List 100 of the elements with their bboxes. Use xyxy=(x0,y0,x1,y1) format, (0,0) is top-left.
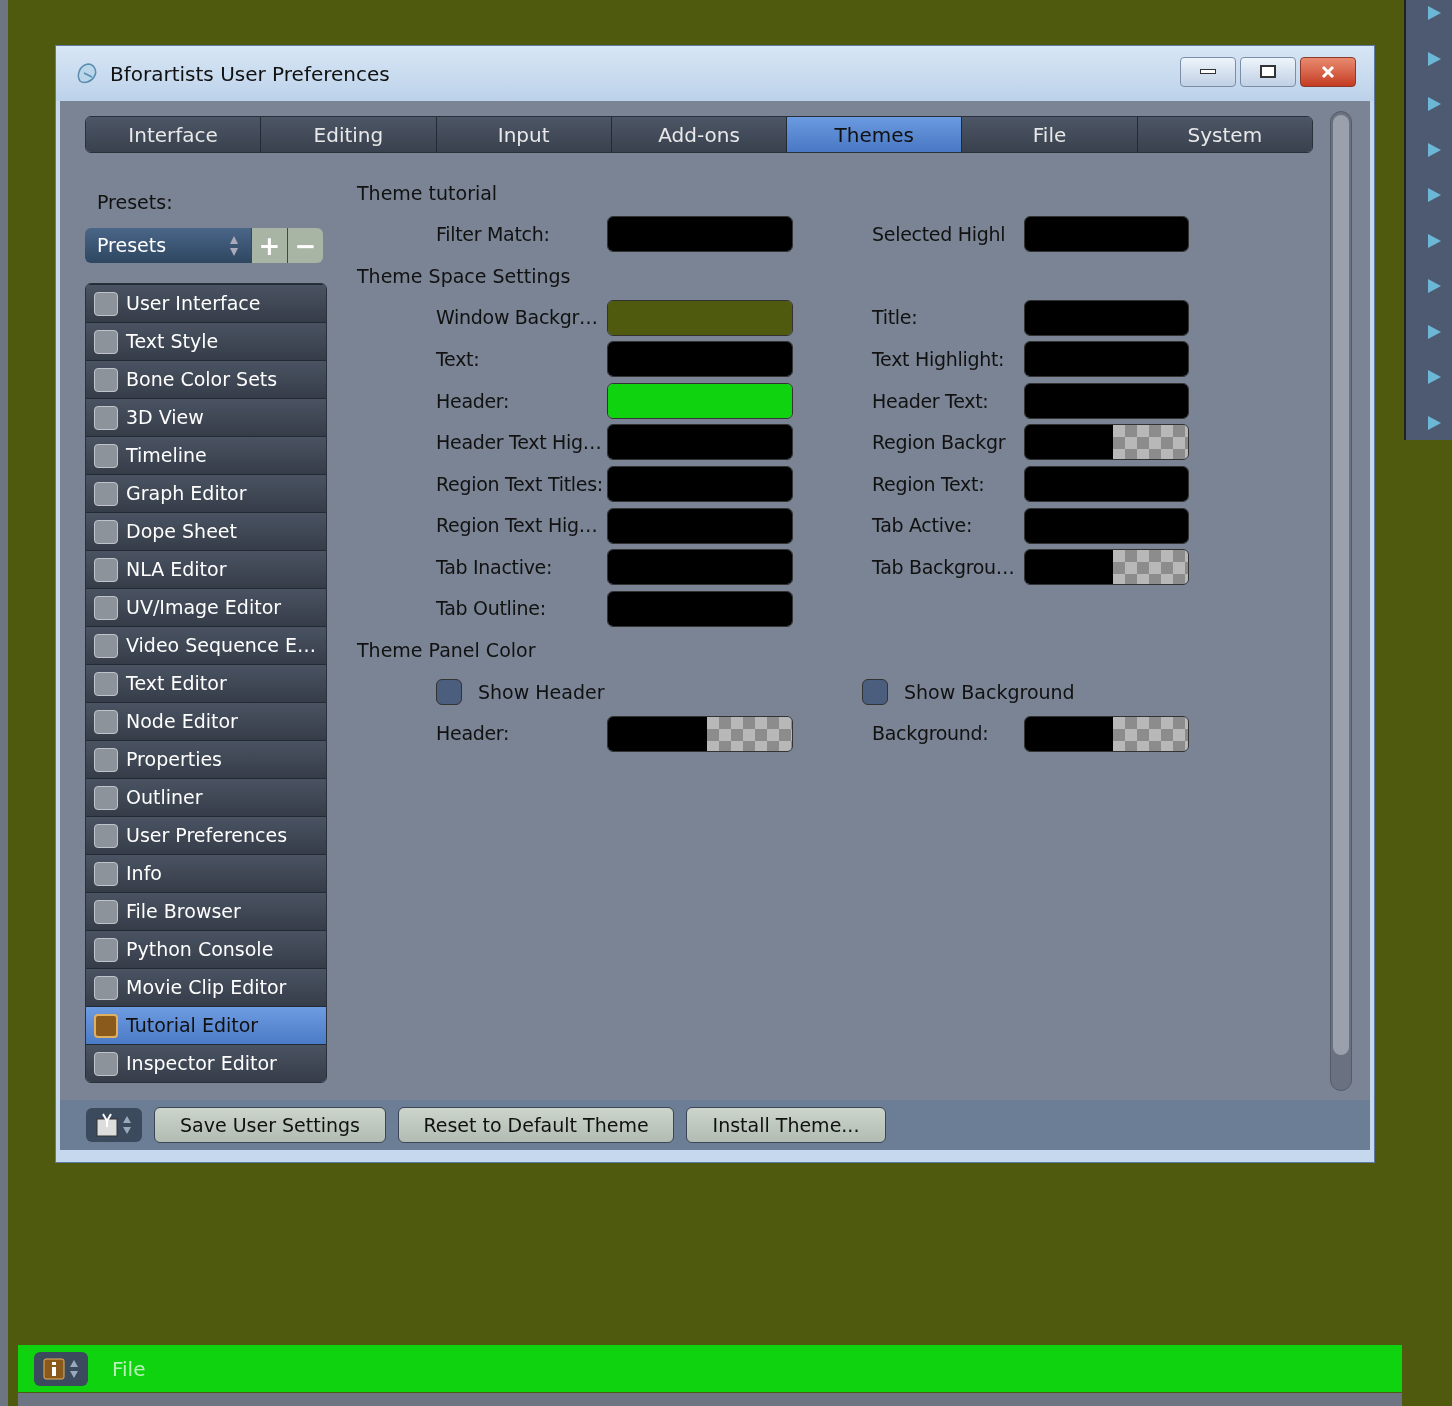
color-label: Text Highlight: xyxy=(872,346,1006,372)
editor-icon xyxy=(94,671,118,696)
maximize-button[interactable] xyxy=(1240,56,1296,87)
color-swatch[interactable] xyxy=(607,590,793,627)
tab[interactable]: Themes xyxy=(786,117,962,152)
scrollbar[interactable] xyxy=(1330,111,1352,1091)
color-label: Tab Active: xyxy=(872,513,974,539)
sidebar-item[interactable]: File Browser xyxy=(86,892,326,930)
color-swatch[interactable] xyxy=(1024,299,1189,336)
checkbox[interactable] xyxy=(862,678,888,705)
sidebar-item[interactable]: UV/Image Editor xyxy=(86,588,326,626)
editor-icon xyxy=(94,823,118,848)
triangle-icon[interactable] xyxy=(1426,278,1442,294)
sidebar-item[interactable]: Text Style xyxy=(86,322,326,360)
color-label: Region Text Hig… xyxy=(436,513,599,539)
close-button[interactable] xyxy=(1300,56,1356,87)
tab[interactable]: Input xyxy=(435,117,611,152)
tab[interactable]: Interface xyxy=(86,117,261,152)
editor-icon xyxy=(94,595,118,620)
editor-icon xyxy=(94,405,118,430)
triangle-icon[interactable] xyxy=(1426,96,1442,112)
triangle-icon[interactable] xyxy=(1426,369,1442,385)
sidebar-item[interactable]: Bone Color Sets xyxy=(86,360,326,398)
sidebar-item[interactable]: Timeline xyxy=(86,436,326,474)
color-label: Region Text Titles: xyxy=(436,471,604,497)
tab[interactable]: Add-ons xyxy=(610,117,787,152)
editor-icon xyxy=(94,557,118,582)
triangle-icon[interactable] xyxy=(1426,141,1442,158)
triangle-icon[interactable] xyxy=(1426,50,1442,67)
sidebar-item[interactable]: Graph Editor xyxy=(86,474,326,512)
presets-menu[interactable]: Presets xyxy=(85,228,251,263)
checkbox-label: Show Background xyxy=(904,679,1075,705)
color-swatch[interactable] xyxy=(1024,341,1189,378)
triangle-icon[interactable] xyxy=(1426,187,1442,203)
footer-button[interactable]: Save User Settings xyxy=(154,1107,386,1143)
color-label: Tab Inactive: xyxy=(436,554,554,580)
color-label: Header: xyxy=(436,721,511,747)
color-swatch[interactable] xyxy=(1024,549,1189,586)
color-swatch[interactable] xyxy=(607,715,793,752)
sidebar-item[interactable]: Outliner xyxy=(86,778,326,816)
color-label: Window Backgr… xyxy=(436,305,599,331)
sidebar-item[interactable]: User Preferences xyxy=(86,816,326,854)
color-swatch[interactable] xyxy=(1024,382,1189,419)
triangle-icon[interactable] xyxy=(1426,232,1442,249)
editor-icon xyxy=(94,1051,118,1076)
sidebar-item[interactable]: NLA Editor xyxy=(86,550,326,588)
sidebar-item[interactable]: Tutorial Editor xyxy=(86,1006,326,1044)
sidebar-item[interactable]: Video Sequence E… xyxy=(86,626,326,664)
triangle-icon[interactable] xyxy=(1426,414,1442,431)
tab[interactable]: File xyxy=(961,117,1137,152)
editor-icon xyxy=(94,937,118,962)
editor-icon xyxy=(94,861,118,886)
color-swatch[interactable] xyxy=(607,341,793,378)
color-swatch[interactable] xyxy=(1024,465,1189,502)
color-swatch[interactable] xyxy=(1024,507,1189,544)
section-heading: Theme Panel Color xyxy=(357,638,536,664)
sidebar-item[interactable]: Movie Clip Editor xyxy=(86,968,326,1006)
color-swatch[interactable] xyxy=(1024,715,1189,752)
color-swatch[interactable] xyxy=(607,549,793,586)
sidebar-item[interactable]: Info xyxy=(86,854,326,892)
sidebar-item[interactable]: 3D View xyxy=(86,398,326,436)
close-icon xyxy=(1320,64,1336,79)
sidebar-item[interactable]: Python Console xyxy=(86,930,326,968)
editor-icon xyxy=(94,481,118,506)
tab[interactable]: Editing xyxy=(260,117,436,152)
color-label: Filter Match: xyxy=(436,222,551,248)
editor-icon xyxy=(94,329,118,354)
color-label: Region Text: xyxy=(872,471,986,497)
editor-icon xyxy=(94,633,118,658)
sidebar-item[interactable]: Properties xyxy=(86,740,326,778)
color-swatch[interactable] xyxy=(1024,216,1189,253)
triangle-icon[interactable] xyxy=(1426,323,1442,340)
color-swatch[interactable] xyxy=(607,424,793,461)
color-label: Region Backgr xyxy=(872,430,1007,456)
section-heading: Theme Space Settings xyxy=(357,263,571,289)
editor-icon xyxy=(94,709,118,734)
color-swatch[interactable] xyxy=(1024,424,1189,461)
color-swatch[interactable] xyxy=(607,507,793,544)
color-swatch[interactable] xyxy=(607,465,793,502)
editor-icon xyxy=(94,747,118,772)
updown-icon xyxy=(122,1114,132,1136)
color-label: Header Text: xyxy=(872,388,990,414)
sidebar-item[interactable]: Inspector Editor xyxy=(86,1044,326,1082)
checkbox-label: Show Header xyxy=(478,679,605,705)
color-swatch[interactable] xyxy=(607,299,793,336)
tab[interactable]: System xyxy=(1136,117,1312,152)
footer-button[interactable]: Reset to Default Theme xyxy=(398,1107,674,1143)
triangle-icon[interactable] xyxy=(1426,5,1442,21)
color-swatch[interactable] xyxy=(607,216,793,253)
checkbox[interactable] xyxy=(436,678,462,705)
editor-type-button[interactable] xyxy=(34,1351,88,1386)
sidebar-item[interactable]: Node Editor xyxy=(86,702,326,740)
section-heading: Theme tutorial xyxy=(357,180,498,206)
sidebar-item[interactable]: Dope Sheet xyxy=(86,512,326,550)
sidebar-item[interactable]: User Interface xyxy=(86,284,326,322)
editor-type-button[interactable] xyxy=(86,1108,142,1142)
minimize-button[interactable] xyxy=(1180,56,1236,87)
color-swatch[interactable] xyxy=(607,382,793,419)
footer-button[interactable]: Install Theme... xyxy=(686,1107,886,1143)
sidebar-item[interactable]: Text Editor xyxy=(86,664,326,702)
